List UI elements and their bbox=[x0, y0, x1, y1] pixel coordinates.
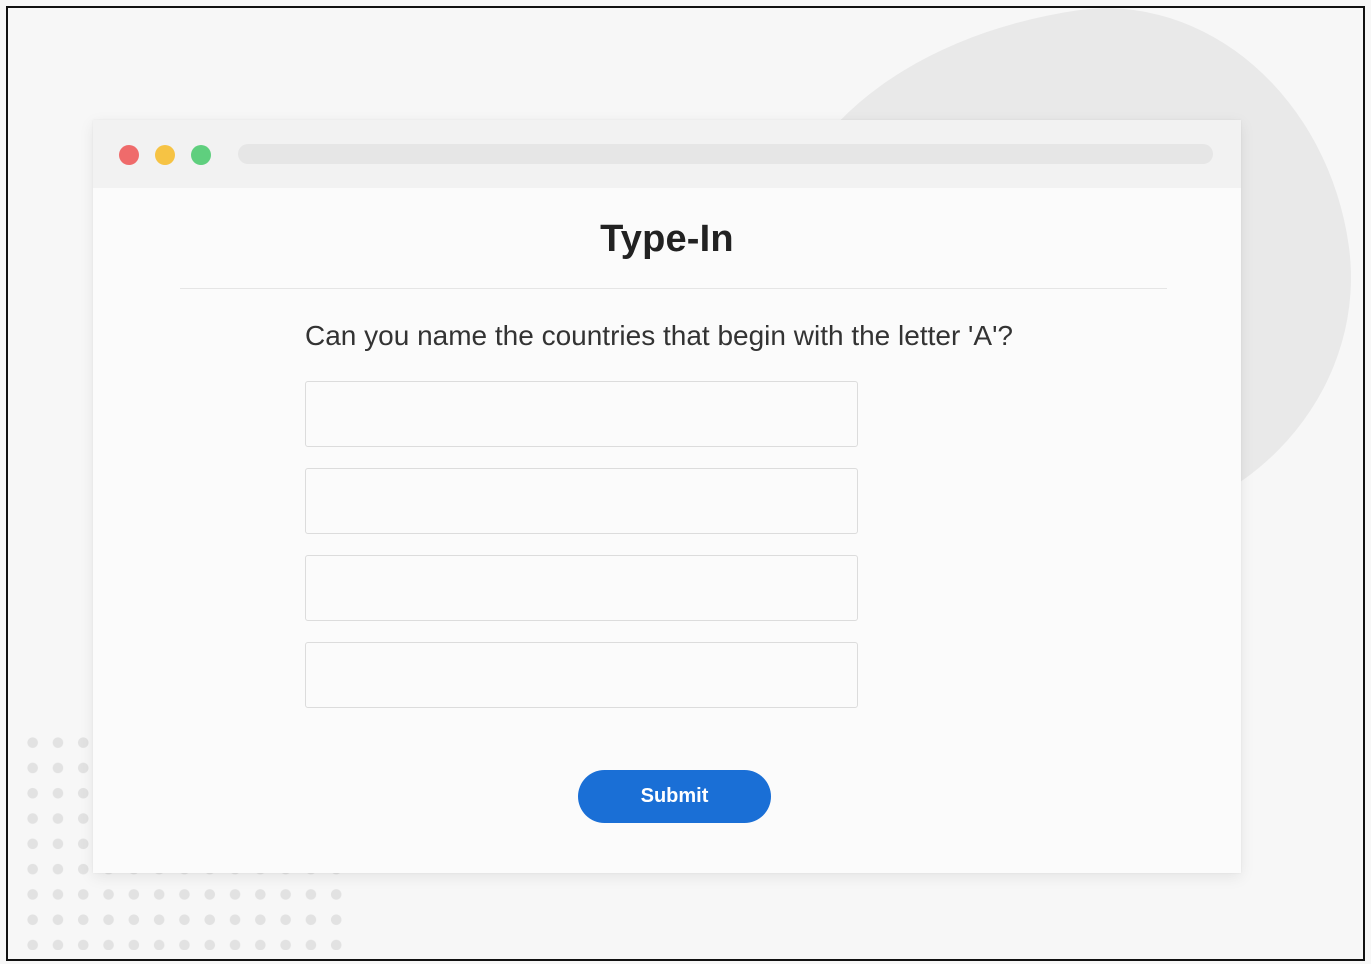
submit-button[interactable]: Submit bbox=[578, 770, 771, 823]
address-bar[interactable] bbox=[238, 144, 1213, 164]
answer-input-2[interactable] bbox=[305, 468, 858, 534]
browser-titlebar bbox=[93, 120, 1241, 188]
page-title: Type-In bbox=[600, 218, 734, 260]
maximize-window-icon[interactable] bbox=[191, 145, 211, 165]
answer-input-3[interactable] bbox=[305, 555, 858, 621]
question-text: Can you name the countries that begin wi… bbox=[305, 320, 1013, 351]
screenshot-frame: Type-In Can you name the countries that … bbox=[0, 0, 1371, 964]
browser-window: Type-In Can you name the countries that … bbox=[93, 120, 1241, 873]
close-window-icon[interactable] bbox=[119, 145, 139, 165]
title-divider bbox=[180, 288, 1167, 289]
answer-input-1[interactable] bbox=[305, 381, 858, 447]
answer-input-4[interactable] bbox=[305, 642, 858, 708]
minimize-window-icon[interactable] bbox=[155, 145, 175, 165]
